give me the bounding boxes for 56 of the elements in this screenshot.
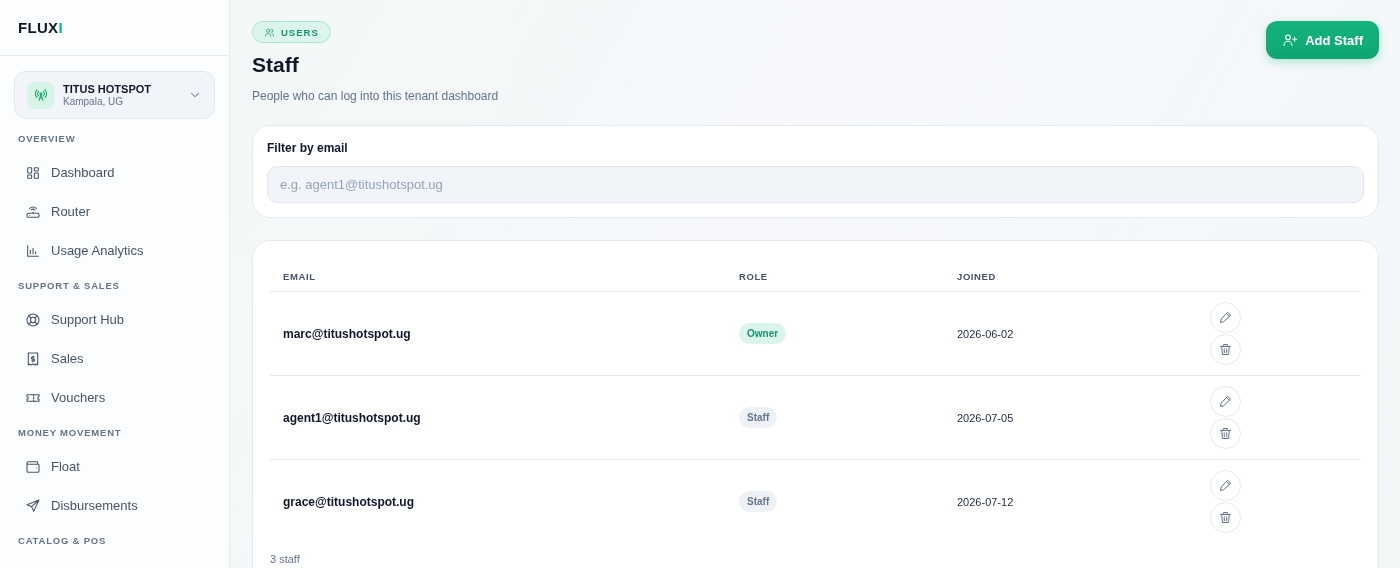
pencil-icon bbox=[1218, 478, 1233, 493]
column-header: EMAIL bbox=[283, 270, 317, 282]
joined-date: 2026-06-02 bbox=[957, 327, 1015, 340]
page-subtitle: People who can log into this tenant dashboard bbox=[252, 89, 499, 103]
sidebar-item[interactable]: Dashboard bbox=[0, 153, 229, 192]
email-filter-field[interactable]: e.g. agent1@titushotspot.ug bbox=[267, 166, 1364, 203]
bar-chart-icon bbox=[25, 242, 41, 259]
lifebuoy-icon bbox=[25, 311, 41, 328]
filter-label: Filter by email bbox=[267, 141, 349, 155]
joined-date: 2026-07-12 bbox=[957, 495, 1015, 508]
role-badge: Owner bbox=[739, 323, 787, 344]
edit-button[interactable] bbox=[1210, 302, 1241, 333]
section-badge: USERS bbox=[252, 21, 331, 43]
section-heading: OVERVIEW bbox=[17, 133, 77, 144]
joined-date: 2026-07-05 bbox=[957, 411, 1015, 424]
sidebar-item[interactable]: Support Hub bbox=[0, 300, 229, 339]
trash-icon bbox=[1218, 426, 1233, 441]
section-heading: CATALOG & POS bbox=[17, 535, 108, 546]
receipt-icon bbox=[25, 350, 41, 367]
sidebar-item[interactable]: Sales bbox=[0, 339, 229, 378]
sidebar-item[interactable]: Float bbox=[0, 447, 229, 486]
role-badge: Staff bbox=[739, 491, 778, 512]
router-icon bbox=[25, 203, 41, 220]
users-icon bbox=[264, 26, 275, 38]
section-heading: MONEY MOVEMENT bbox=[17, 427, 123, 438]
workspace-switcher[interactable]: TITUS HOTSPOT Kampala, UG bbox=[14, 71, 215, 119]
staff-count: 3 staff bbox=[270, 553, 300, 565]
workspace-name: TITUS HOTSPOT bbox=[63, 83, 152, 95]
sidebar-item[interactable]: Disbursements bbox=[0, 486, 229, 525]
email-cell-text: agent1@titushotspot.ug bbox=[283, 410, 422, 425]
column-header: ROLE bbox=[739, 270, 769, 282]
dashboard-grid-icon bbox=[25, 164, 41, 181]
workspace-location: Kampala, UG bbox=[63, 96, 125, 107]
pencil-icon bbox=[1218, 394, 1233, 409]
delete-button[interactable] bbox=[1210, 418, 1241, 449]
email-cell-text: grace@titushotspot.ug bbox=[283, 494, 416, 509]
sidebar-item[interactable]: Vouchers bbox=[0, 378, 229, 417]
page-title: Staff bbox=[252, 53, 300, 77]
sidebar-item[interactable]: Usage Analytics bbox=[0, 231, 229, 270]
paper-plane-icon bbox=[25, 497, 41, 514]
edit-button[interactable] bbox=[1210, 470, 1241, 501]
edit-button[interactable] bbox=[1210, 386, 1241, 417]
wallet-icon bbox=[25, 458, 41, 475]
pencil-icon bbox=[1218, 310, 1233, 325]
role-badge: Staff bbox=[739, 407, 778, 428]
sidebar-item[interactable]: Router bbox=[0, 192, 229, 231]
trash-icon bbox=[1218, 510, 1233, 525]
user-plus-icon bbox=[1282, 32, 1299, 48]
delete-button[interactable] bbox=[1210, 502, 1241, 533]
logo: FLUXI bbox=[0, 0, 229, 56]
antenna-icon bbox=[27, 81, 54, 109]
email-cell-text: marc@titushotspot.ug bbox=[283, 326, 412, 341]
delete-button[interactable] bbox=[1210, 334, 1241, 365]
trash-icon bbox=[1218, 342, 1233, 357]
column-header: JOINED bbox=[957, 270, 997, 282]
section-heading: SUPPORT & SALES bbox=[17, 280, 121, 291]
